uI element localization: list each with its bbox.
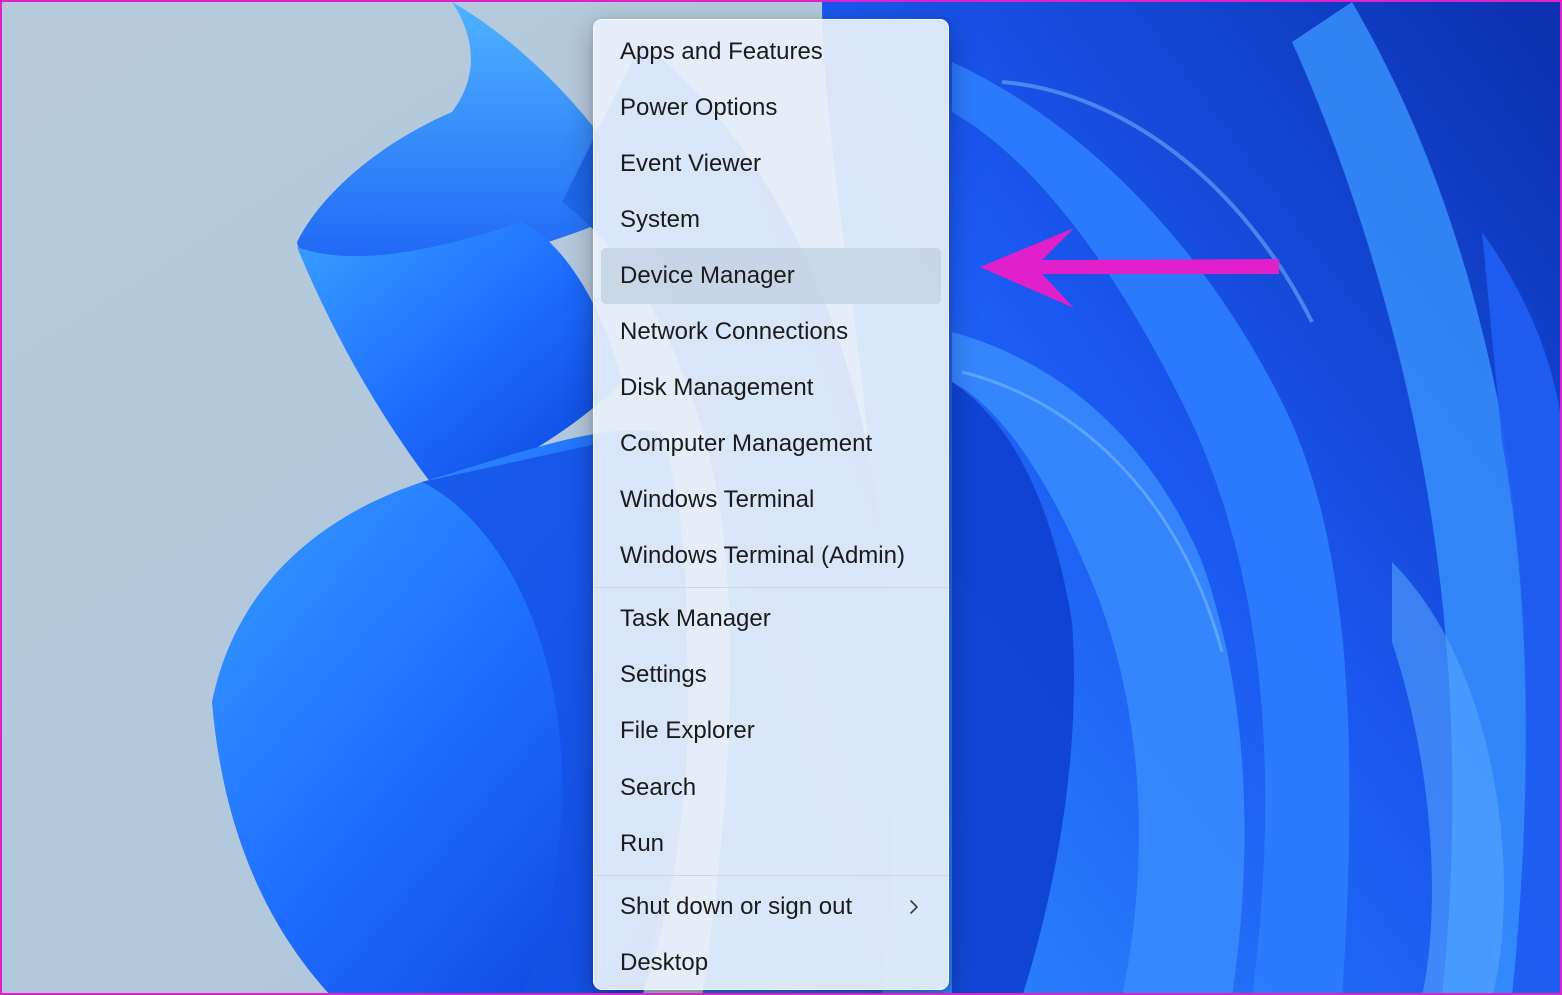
menu-group-system: Apps and Features Power Options Event Vi… (594, 24, 948, 584)
menu-item-label: System (620, 206, 701, 233)
menu-item-settings[interactable]: Settings (601, 647, 941, 703)
menu-item-label: Windows Terminal (Admin) (620, 542, 905, 569)
menu-item-label: Device Manager (620, 262, 795, 289)
menu-item-search[interactable]: Search (601, 760, 941, 816)
menu-item-device-manager[interactable]: Device Manager (601, 248, 941, 304)
menu-item-label: Shut down or sign out (620, 892, 853, 920)
annotation-arrow-icon (980, 228, 1279, 308)
menu-item-label: Computer Management (620, 430, 873, 457)
menu-item-label: Desktop (620, 948, 709, 976)
menu-item-shut-down-or-sign-out[interactable]: Shut down or sign out (601, 879, 941, 935)
menu-item-apps-and-features[interactable]: Apps and Features (601, 24, 941, 80)
menu-group-power: Shut down or sign out Desktop (594, 879, 948, 991)
menu-item-computer-management[interactable]: Computer Management (601, 416, 941, 472)
menu-item-label: Task Manager (620, 605, 771, 633)
menu-item-task-manager[interactable]: Task Manager (601, 591, 941, 647)
menu-item-power-options[interactable]: Power Options (601, 80, 941, 136)
menu-item-label: Settings (620, 661, 707, 689)
menu-item-label: Event Viewer (620, 150, 761, 177)
chevron-right-icon (910, 900, 918, 914)
menu-item-label: Windows Terminal (620, 486, 815, 513)
menu-item-system[interactable]: System (601, 192, 941, 248)
menu-item-label: Network Connections (620, 318, 849, 345)
menu-item-windows-terminal[interactable]: Windows Terminal (601, 472, 941, 528)
menu-item-disk-management[interactable]: Disk Management (601, 360, 941, 416)
menu-item-file-explorer[interactable]: File Explorer (601, 703, 941, 759)
desktop-screen: Apps and Features Power Options Event Vi… (0, 0, 1562, 995)
menu-item-label: Power Options (620, 94, 778, 121)
menu-item-label: Apps and Features (620, 38, 823, 65)
menu-item-label: Run (620, 829, 665, 857)
menu-item-windows-terminal-admin[interactable]: Windows Terminal (Admin) (601, 528, 941, 584)
menu-item-label: File Explorer (620, 717, 755, 745)
menu-divider (594, 587, 948, 588)
menu-item-label: Search (620, 773, 697, 801)
winx-quick-link-menu: Apps and Features Power Options Event Vi… (593, 19, 949, 990)
menu-item-event-viewer[interactable]: Event Viewer (601, 136, 941, 192)
menu-group-tools: Task Manager Settings File Explorer Sear… (594, 591, 948, 872)
menu-item-label: Disk Management (620, 374, 814, 401)
menu-divider (594, 874, 948, 876)
menu-item-run[interactable]: Run (601, 816, 941, 872)
menu-item-desktop[interactable]: Desktop (601, 935, 941, 991)
menu-item-network-connections[interactable]: Network Connections (601, 304, 941, 360)
